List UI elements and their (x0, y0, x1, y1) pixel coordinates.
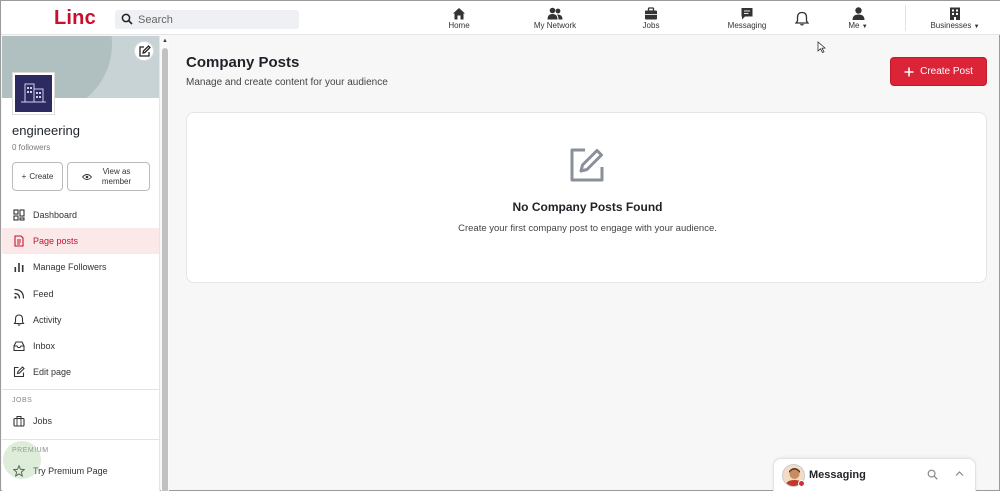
chevron-up-icon[interactable] (955, 470, 964, 477)
document-icon (14, 235, 24, 247)
sidebar-scrollbar[interactable]: ▲ (161, 36, 169, 491)
sidebar-divider (2, 438, 159, 440)
sidebar-item-label: Edit page (33, 367, 72, 378)
sidebar-item-label: Activity (33, 314, 62, 325)
create-button-label: Create (29, 172, 54, 181)
dashboard-icon (13, 209, 25, 221)
linc-logo[interactable]: Linc (54, 7, 96, 30)
nav-me-text: Me (848, 21, 860, 30)
sidebar-item-edit-page[interactable]: Edit page (2, 359, 159, 385)
empty-state-title: No Company Posts Found (512, 200, 663, 214)
view-as-member-label: View as member (101, 166, 132, 186)
user-icon (852, 7, 864, 20)
sidebar-item-label: Jobs (33, 416, 53, 427)
org-name: engineering (12, 123, 80, 138)
sidebar-item-page-posts[interactable]: Page posts (2, 228, 159, 255)
sidebar-item-label: Try Premium Page (33, 465, 108, 476)
briefcase-icon (645, 7, 657, 20)
create-post-button[interactable]: Create Post (890, 57, 987, 86)
edit-icon (13, 366, 25, 378)
page-subtitle: Manage and create content for your audie… (186, 77, 388, 88)
rss-icon (14, 288, 25, 299)
create-button[interactable]: + Create (12, 162, 63, 191)
edit-icon (139, 45, 151, 57)
create-post-label: Create Post (920, 66, 973, 77)
nav-businesses-text: Businesses (930, 21, 972, 30)
edit-icon (570, 148, 604, 182)
nav-businesses-label: Businesses ▼ (930, 21, 980, 30)
nav-messaging-label: Messaging (727, 21, 767, 30)
nav-jobs-label: Jobs (642, 21, 660, 30)
sidebar-item-activity[interactable]: Activity (2, 307, 159, 333)
sidebar-item-jobs[interactable]: Jobs (2, 408, 159, 434)
org-avatar[interactable] (12, 72, 55, 115)
nav-notifications[interactable] (794, 11, 810, 26)
search-box[interactable] (115, 10, 299, 29)
messaging-label: Messaging (809, 469, 866, 481)
empty-posts-card: No Company Posts Found Create your first… (186, 112, 987, 283)
followers-count: 0 followers (12, 143, 51, 152)
nav-businesses[interactable]: Businesses ▼ (930, 6, 980, 30)
page-title: Company Posts (186, 54, 300, 71)
search-icon[interactable] (927, 469, 938, 480)
nav-divider (905, 5, 906, 31)
sidebar-divider (2, 389, 159, 391)
nav-jobs[interactable]: Jobs (641, 6, 661, 30)
bell-icon (13, 314, 25, 326)
nav-me-label: Me ▼ (846, 21, 870, 30)
jobs-section-label: JOBS (12, 397, 33, 405)
message-icon (741, 8, 753, 20)
caret-down-icon: ▼ (861, 24, 868, 30)
empty-state-subtitle: Create your first company post to engage… (458, 223, 717, 234)
top-navigation: Linc Home My Network Jobs Messaging Me ▼… (1, 1, 1000, 35)
plus-icon (904, 67, 914, 76)
search-input[interactable] (138, 11, 293, 28)
search-icon (121, 13, 133, 25)
nav-my-network-label: My Network (533, 21, 577, 30)
status-dot (798, 480, 805, 487)
caret-down-icon: ▼ (973, 24, 980, 30)
recording-watermark (3, 441, 41, 479)
people-icon (547, 7, 563, 20)
building-logo-icon (15, 75, 52, 112)
sidebar-item-label: Manage Followers (33, 262, 107, 273)
inbox-icon (13, 341, 25, 352)
sidebar-item-dashboard[interactable]: Dashboard (2, 202, 159, 228)
home-icon (453, 8, 465, 20)
mouse-cursor-icon (817, 41, 826, 53)
sidebar-item-label: Page posts (33, 236, 79, 247)
nav-my-network[interactable]: My Network (532, 6, 578, 30)
sidebar-item-feed[interactable]: Feed (2, 281, 159, 307)
plus-icon: + (21, 172, 27, 181)
sidebar-item-label: Dashboard (33, 210, 78, 221)
scrollbar-thumb[interactable] (162, 48, 168, 491)
sidebar-item-inbox[interactable]: Inbox (2, 333, 159, 359)
view-as-member-button[interactable]: View as member (67, 162, 150, 191)
nav-me[interactable]: Me ▼ (846, 6, 870, 30)
sidebar-item-label: Inbox (33, 341, 56, 352)
scroll-up-arrow-icon[interactable]: ▲ (162, 38, 168, 44)
eye-icon (81, 173, 92, 180)
building-icon (950, 7, 960, 20)
messaging-bar[interactable]: Messaging (773, 458, 976, 491)
sidebar-item-label: Feed (33, 288, 54, 299)
briefcase-icon (13, 416, 25, 427)
edit-cover-button[interactable] (134, 41, 154, 61)
nav-home[interactable]: Home (447, 6, 471, 30)
nav-home-label: Home (448, 21, 470, 30)
nav-messaging[interactable]: Messaging (727, 6, 767, 30)
sidebar: engineering 0 followers + Create View as … (2, 36, 160, 491)
bar-chart-icon (14, 263, 24, 273)
sidebar-item-manage-followers[interactable]: Manage Followers (2, 254, 159, 280)
bell-icon (795, 11, 809, 26)
